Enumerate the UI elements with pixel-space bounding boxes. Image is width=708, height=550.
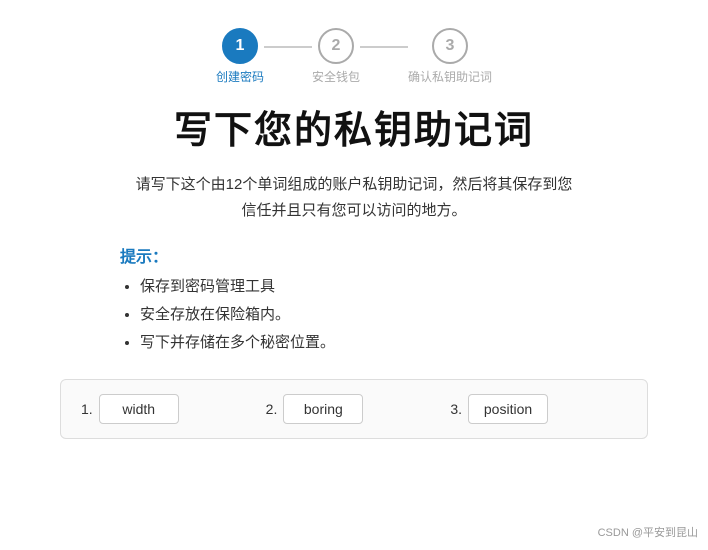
tips-list: 保存到密码管理工具 安全存放在保险箱内。 写下并存储在多个秘密位置。 <box>120 275 648 355</box>
tip-item-1: 保存到密码管理工具 <box>140 275 648 299</box>
step-2-circle: 2 <box>318 28 354 64</box>
mnemonic-number-2: 2. <box>266 401 278 417</box>
step-2-label: 安全钱包 <box>312 68 360 85</box>
mnemonic-word-2: boring <box>283 394 363 424</box>
stepper: 1 创建密码 2 安全钱包 3 确认私钥助记词 <box>60 28 648 85</box>
step-2: 2 安全钱包 <box>312 28 360 85</box>
step-1-circle: 1 <box>222 28 258 64</box>
step-connector-1 <box>264 46 312 48</box>
description-text: 请写下这个由12个单词组成的账户私钥助记词，然后将其保存到您信任并且只有您可以访… <box>60 172 648 223</box>
mnemonic-item-1: 1. width <box>81 394 258 424</box>
mnemonic-grid: 1. width 2. boring 3. position <box>81 394 627 424</box>
mnemonic-item-2: 2. boring <box>266 394 443 424</box>
tip-item-2: 安全存放在保险箱内。 <box>140 303 648 327</box>
mnemonic-word-1: width <box>99 394 179 424</box>
mnemonic-word-3: position <box>468 394 548 424</box>
step-3-label: 确认私钥助记词 <box>408 68 492 85</box>
tip-item-3: 写下并存储在多个秘密位置。 <box>140 331 648 355</box>
mnemonic-section: 1. width 2. boring 3. position <box>60 379 648 439</box>
watermark: CSDN @平安到昆山 <box>598 524 698 540</box>
mnemonic-item-3: 3. position <box>450 394 627 424</box>
tips-section: 提示： 保存到密码管理工具 安全存放在保险箱内。 写下并存储在多个秘密位置。 <box>120 243 648 355</box>
main-container: 1 创建密码 2 安全钱包 3 确认私钥助记词 写下您的私钥助记词 请写下这个由… <box>0 0 708 459</box>
step-3-circle: 3 <box>432 28 468 64</box>
step-1: 1 创建密码 <box>216 28 264 85</box>
page-title: 写下您的私钥助记词 <box>60 99 648 154</box>
step-3: 3 确认私钥助记词 <box>408 28 492 85</box>
tips-title: 提示： <box>120 243 648 267</box>
mnemonic-number-3: 3. <box>450 401 462 417</box>
step-connector-2 <box>360 46 408 48</box>
mnemonic-number-1: 1. <box>81 401 93 417</box>
step-1-label: 创建密码 <box>216 68 264 85</box>
